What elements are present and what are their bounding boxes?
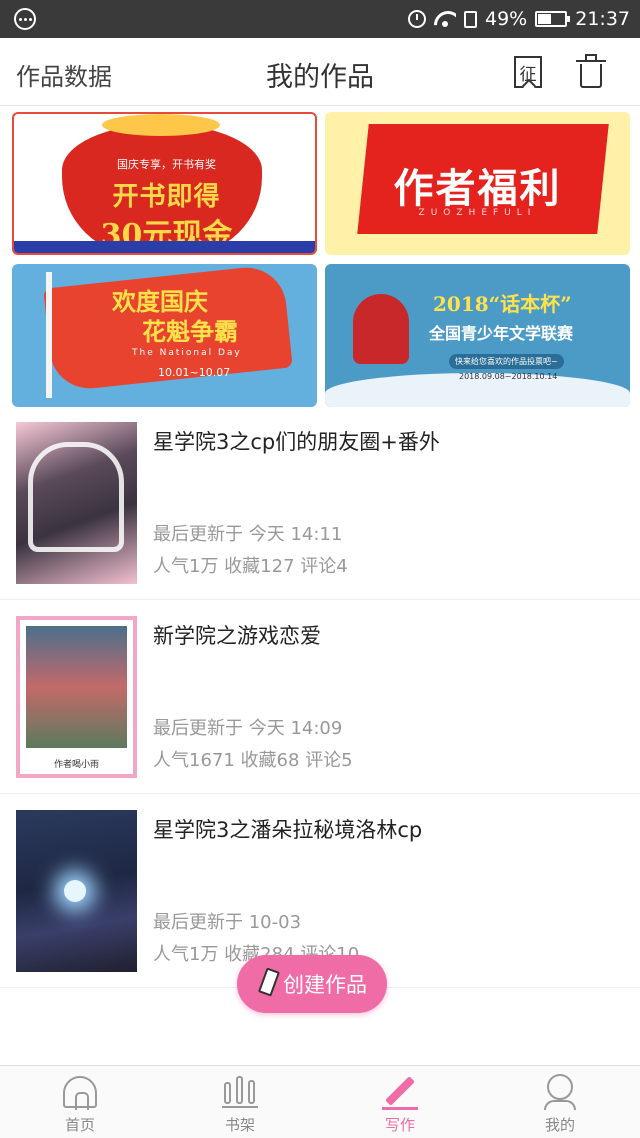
nav-label: 我的: [544, 1116, 575, 1134]
banner-zuozhe-fuli[interactable]: 作者福利 ZUOZHEFULI: [325, 112, 630, 255]
banner-text: 开书即得: [112, 182, 221, 212]
battery-percent: 49%: [485, 8, 528, 30]
banner-text: 花魁争霸: [142, 317, 238, 346]
battery-icon: [535, 11, 571, 27]
banner-text: ZUOZHEFULI: [418, 208, 537, 218]
work-item[interactable]: 星学院3之cp们的朋友圈+番外 最后更新于 今天 14:11 人气1万 收藏12…: [0, 406, 640, 600]
profile-icon: [544, 1074, 576, 1110]
banner-huandu-guoqing[interactable]: 欢度国庆 花魁争霸 The National Day 10.01~10.07: [12, 264, 317, 407]
work-cover: 作者喝小雨: [16, 616, 137, 778]
nav-label: 首页: [64, 1116, 95, 1134]
banner-text: 2018“话本杯”: [433, 292, 572, 316]
trash-icon[interactable]: [576, 54, 606, 90]
work-cover: [16, 810, 137, 972]
work-stats: 人气1万 收藏127 评论4: [153, 556, 348, 577]
wifi-icon: [434, 11, 456, 27]
work-cover: [16, 422, 137, 584]
nav-label: 写作: [384, 1116, 415, 1134]
work-item[interactable]: 作者喝小雨 新学院之游戏恋爱 最后更新于 今天 14:09 人气1671 收藏6…: [0, 600, 640, 794]
pencil-icon: [257, 969, 277, 999]
nav-item-bookshelf[interactable]: 书架: [160, 1066, 320, 1138]
contest-icon[interactable]: 征: [514, 56, 542, 88]
banner-huabenbei[interactable]: 2018“话本杯” 全国青少年文学联赛 快来给您喜欢的作品投票吧~ 2018.0…: [325, 264, 630, 407]
banner-text: 全国青少年文学联赛: [429, 324, 574, 343]
banner-text: 快来给您喜欢的作品投票吧~: [449, 354, 564, 369]
more-notifications-icon: [14, 8, 36, 30]
work-title: 星学院3之潘朵拉秘境洛林cp: [153, 818, 423, 842]
work-updated: 最后更新于 今天 14:11: [153, 524, 343, 545]
alarm-icon: [408, 10, 426, 28]
banner-guoqing-zhuanxiang[interactable]: 国庆专享，开书有奖 开书即得 30元现金: [12, 112, 317, 255]
trophy-icon: [353, 294, 409, 364]
bookshelf-icon: [222, 1076, 258, 1108]
pencil-icon: [382, 1074, 418, 1110]
banner-text: 国庆专享，开书有奖: [117, 158, 216, 171]
banner-text: The National Day: [132, 348, 242, 358]
clock: 21:37: [575, 8, 630, 30]
create-work-button[interactable]: 创建作品: [237, 955, 387, 1013]
status-icons: 49% 21:37: [408, 0, 630, 38]
nav-item-home[interactable]: 首页: [0, 1066, 160, 1138]
banner-text: 2018.09.08~2018.10.14: [459, 372, 558, 381]
work-title: 新学院之游戏恋爱: [153, 624, 321, 648]
cover-caption: 作者喝小雨: [53, 760, 99, 770]
work-title: 星学院3之cp们的朋友圈+番外: [153, 430, 440, 454]
works-list: 星学院3之cp们的朋友圈+番外 最后更新于 今天 14:11 人气1万 收藏12…: [0, 406, 640, 988]
work-stats: 人气1671 收藏68 评论5: [153, 750, 353, 771]
status-bar: 49% 21:37: [0, 0, 640, 38]
banner-grid: 国庆专享，开书有奖 开书即得 30元现金 作者福利 ZUOZHEFULI 欢度国…: [12, 112, 630, 408]
banner-text: 作者福利: [393, 165, 562, 212]
page-title: 我的作品: [266, 62, 374, 93]
work-updated: 最后更新于 10-03: [153, 912, 302, 933]
sim-icon: [464, 10, 477, 28]
nav-item-me[interactable]: 我的: [480, 1066, 640, 1138]
bottom-nav: 首页 书架 写作 我的: [0, 1065, 640, 1138]
banner-text: 10.01~10.07: [158, 366, 231, 379]
app-header: 作品数据 我的作品 征: [0, 38, 640, 106]
nav-item-write[interactable]: 写作: [320, 1066, 480, 1138]
create-work-label: 创建作品: [283, 973, 367, 997]
home-icon: [63, 1076, 97, 1110]
nav-label: 书架: [224, 1116, 255, 1134]
work-updated: 最后更新于 今天 14:09: [153, 718, 343, 739]
